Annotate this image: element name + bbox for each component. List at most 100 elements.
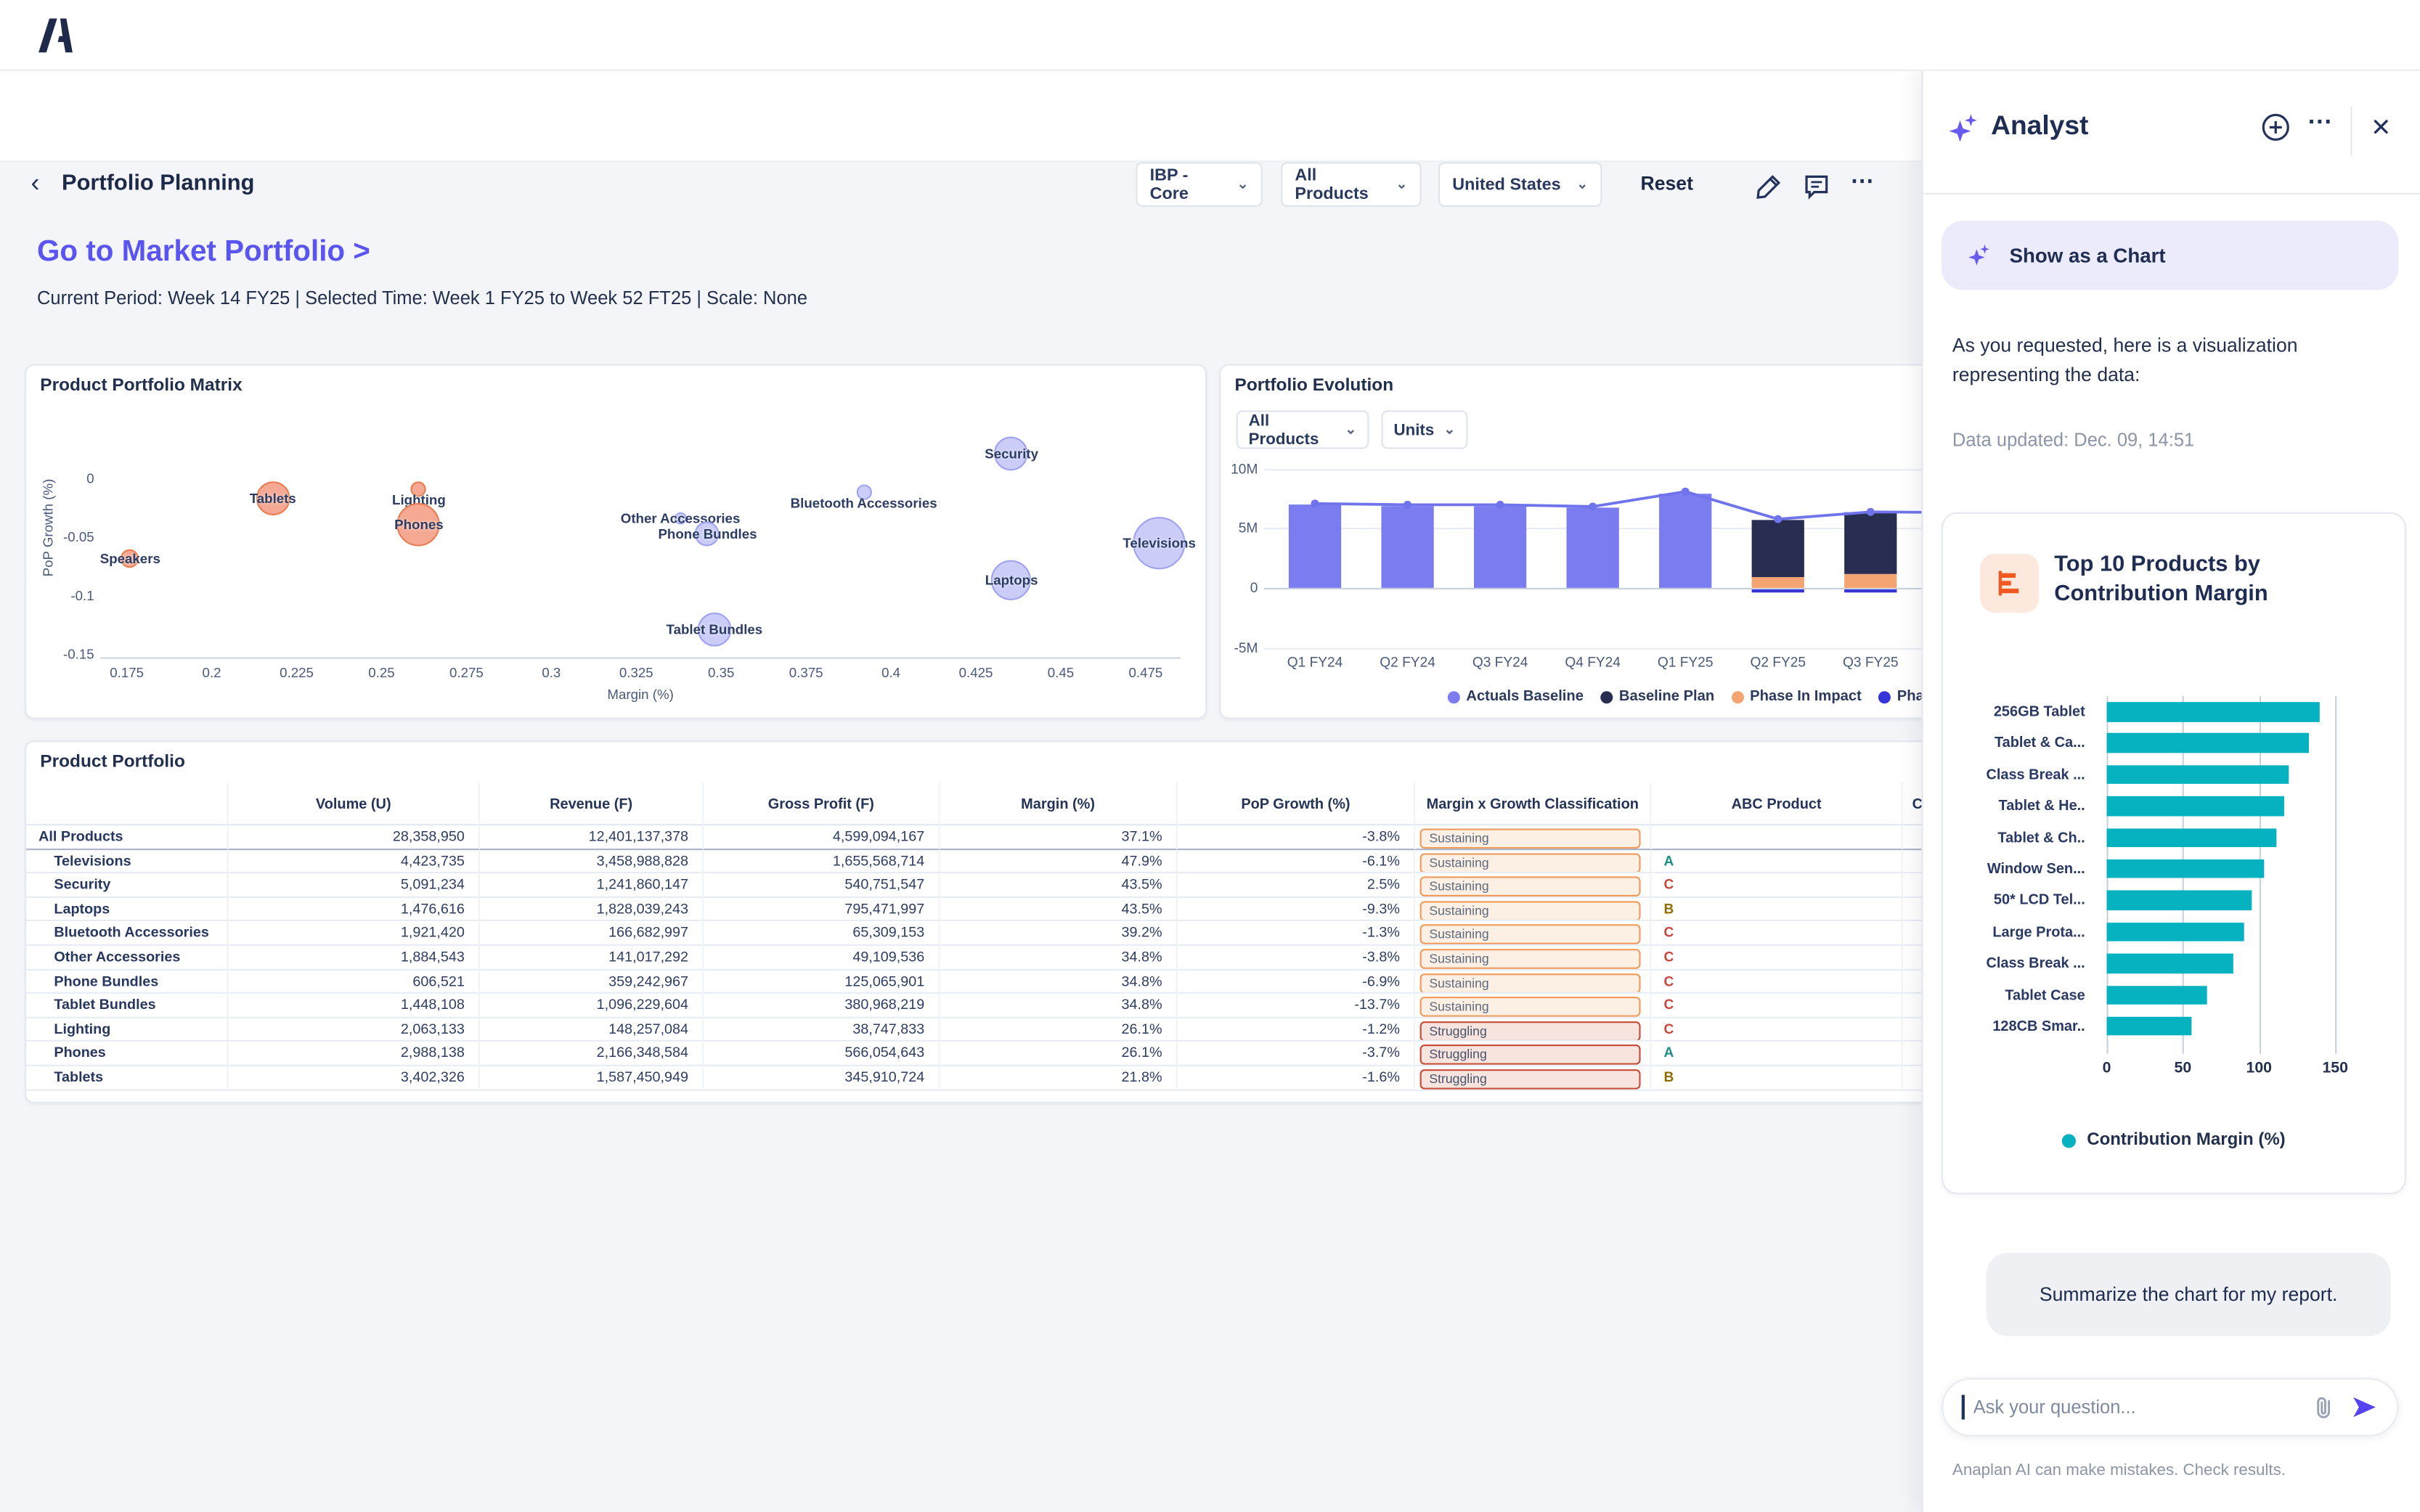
product-name-cell: Tablet Bundles bbox=[26, 994, 228, 1018]
classification-badge: Struggling bbox=[1420, 1069, 1641, 1090]
value-cell: 1,587,450,949 bbox=[480, 1066, 704, 1090]
page-title: Portfolio Planning bbox=[62, 171, 254, 196]
classification-cell: Sustaining bbox=[1415, 946, 1651, 970]
x-axis-line bbox=[100, 658, 1181, 659]
x-tick-label: 0.275 bbox=[436, 665, 497, 680]
app-window: ‹ Portfolio Planning IBP - Core⌄ All Pro… bbox=[0, 0, 2420, 1512]
y-tick-label: 0 bbox=[26, 470, 94, 485]
column-header: PoP Growth (%) bbox=[1178, 782, 1415, 826]
value-cell: 345,910,724 bbox=[704, 1066, 940, 1090]
top10-category-label: Window Sen... bbox=[1962, 853, 2085, 884]
value-cell: 1,921,420 bbox=[229, 922, 480, 946]
ask-question-input[interactable] bbox=[1970, 1395, 2305, 1420]
edit-pencil-icon[interactable] bbox=[1755, 173, 1783, 200]
value-cell: -3.8% bbox=[1178, 825, 1415, 849]
classification-badge: Sustaining bbox=[1420, 949, 1641, 969]
reset-button[interactable]: Reset bbox=[1641, 173, 1693, 195]
new-chat-plus-icon[interactable] bbox=[2261, 113, 2290, 142]
top10-category-label: Tablet & Ca... bbox=[1962, 727, 2085, 759]
filter-model[interactable]: IBP - Core⌄ bbox=[1136, 162, 1262, 207]
actuals-baseline-bar[interactable] bbox=[1289, 504, 1341, 587]
anaplan-logo[interactable] bbox=[36, 15, 76, 55]
top10-category-label: Class Break ... bbox=[1962, 759, 2085, 790]
top10-chart-title: Top 10 Products by Contribution Margin bbox=[2054, 551, 2355, 610]
value-cell: 34.8% bbox=[940, 946, 1178, 970]
top10-bar[interactable] bbox=[2106, 828, 2276, 848]
top10-bar[interactable] bbox=[2106, 985, 2207, 1005]
value-cell: 125,065,901 bbox=[704, 970, 940, 994]
abc-product-cell: B bbox=[1651, 898, 1902, 922]
product-name-cell: All Products bbox=[26, 825, 228, 849]
value-cell: 2,063,133 bbox=[229, 1018, 480, 1042]
top10-bar[interactable] bbox=[2106, 859, 2263, 879]
value-cell: 47.9% bbox=[940, 849, 1178, 873]
top10-bar[interactable] bbox=[2106, 765, 2289, 785]
column-header: Margin (%) bbox=[940, 782, 1178, 826]
show-as-chart-chip[interactable]: Show as a Chart bbox=[1942, 221, 2398, 290]
more-options-icon[interactable]: ⋯ bbox=[1851, 167, 1875, 195]
phase-out-bar[interactable] bbox=[1752, 589, 1804, 592]
classification-cell: Struggling bbox=[1415, 1066, 1651, 1090]
top10-bar[interactable] bbox=[2106, 954, 2233, 973]
actuals-baseline-bar[interactable] bbox=[1474, 505, 1526, 588]
chevron-down-icon: ⌄ bbox=[1237, 176, 1249, 192]
product-name-cell: Bluetooth Accessories bbox=[26, 922, 228, 946]
x-tick-label: 0.325 bbox=[606, 665, 667, 680]
value-cell: 49,109,536 bbox=[704, 946, 940, 970]
go-to-market-link[interactable]: Go to Market Portfolio > bbox=[37, 236, 370, 270]
abc-product-cell: A bbox=[1651, 1042, 1902, 1066]
value-cell: 26.1% bbox=[940, 1018, 1178, 1042]
filter-region[interactable]: United States⌄ bbox=[1438, 162, 1602, 207]
legend-dot bbox=[1600, 690, 1613, 703]
phase-in-bar[interactable] bbox=[1752, 578, 1804, 588]
top10-bar-chart: 256GB TabletTablet & Ca...Class Break ..… bbox=[1962, 696, 2363, 1042]
comment-icon[interactable] bbox=[1803, 173, 1830, 200]
scatter-bubble-label: Speakers bbox=[100, 552, 160, 567]
phase-out-bar[interactable] bbox=[1844, 589, 1897, 592]
back-chevron-icon[interactable]: ‹ bbox=[31, 168, 40, 200]
panel-more-icon[interactable]: ⋯ bbox=[2307, 107, 2334, 138]
analyst-title: Analyst bbox=[1991, 110, 2088, 142]
x-tick-label: Q4 FY24 bbox=[1547, 654, 1639, 669]
value-cell: -9.3% bbox=[1178, 898, 1415, 922]
classification-cell: Sustaining bbox=[1415, 994, 1651, 1018]
attachment-paperclip-icon[interactable] bbox=[2312, 1395, 2335, 1420]
top10-category-label: Large Prota... bbox=[1962, 916, 2085, 947]
user-message-bubble: Summarize the chart for my report. bbox=[1987, 1253, 2391, 1336]
baseline-plan-bar[interactable] bbox=[1844, 512, 1897, 574]
top10-bar[interactable] bbox=[2106, 891, 2251, 910]
classification-cell: Sustaining bbox=[1415, 970, 1651, 994]
top10-bar[interactable] bbox=[2106, 734, 2309, 753]
filter-products[interactable]: All Products⌄ bbox=[1281, 162, 1421, 207]
scatter-bubble-label: Phones bbox=[394, 518, 444, 533]
value-cell: 359,242,967 bbox=[480, 970, 704, 994]
y-tick-label: 0 bbox=[1221, 580, 1258, 595]
legend-item: Baseline Plan bbox=[1600, 688, 1714, 705]
column-header: Volume (U) bbox=[229, 782, 480, 826]
y-axis-title: PoP Growth (%) bbox=[40, 478, 55, 576]
x-tick-label: Q2 FY25 bbox=[1732, 654, 1825, 669]
baseline-plan-bar[interactable] bbox=[1752, 520, 1804, 578]
abc-product-cell bbox=[1651, 825, 1902, 849]
actuals-baseline-bar[interactable] bbox=[1381, 505, 1433, 588]
send-icon[interactable] bbox=[2350, 1395, 2378, 1420]
classification-cell: Struggling bbox=[1415, 1018, 1651, 1042]
actuals-baseline-bar[interactable] bbox=[1659, 494, 1711, 588]
x-tick-label: Q3 FY25 bbox=[1825, 654, 1918, 669]
phase-in-bar[interactable] bbox=[1844, 574, 1897, 588]
top10-bar[interactable] bbox=[2106, 796, 2284, 816]
value-cell: 12,401,137,378 bbox=[480, 825, 704, 849]
close-icon[interactable]: ✕ bbox=[2371, 113, 2391, 144]
x-tick-label: 0.4 bbox=[860, 665, 922, 680]
y-tick-label: -0.1 bbox=[26, 588, 94, 603]
y-tick-label: 10M bbox=[1221, 461, 1258, 476]
legend-dot bbox=[2062, 1133, 2076, 1147]
top10-bar[interactable] bbox=[2106, 1017, 2191, 1037]
top10-row: Tablet & Ca... bbox=[1962, 727, 2363, 759]
top10-bar[interactable] bbox=[2106, 702, 2320, 722]
actuals-baseline-bar[interactable] bbox=[1567, 507, 1619, 588]
value-cell: 1,884,543 bbox=[229, 946, 480, 970]
chevron-down-icon: ⌄ bbox=[1396, 176, 1408, 192]
top10-bar[interactable] bbox=[2106, 923, 2244, 942]
scatter-bubble-label: Security bbox=[985, 445, 1038, 460]
